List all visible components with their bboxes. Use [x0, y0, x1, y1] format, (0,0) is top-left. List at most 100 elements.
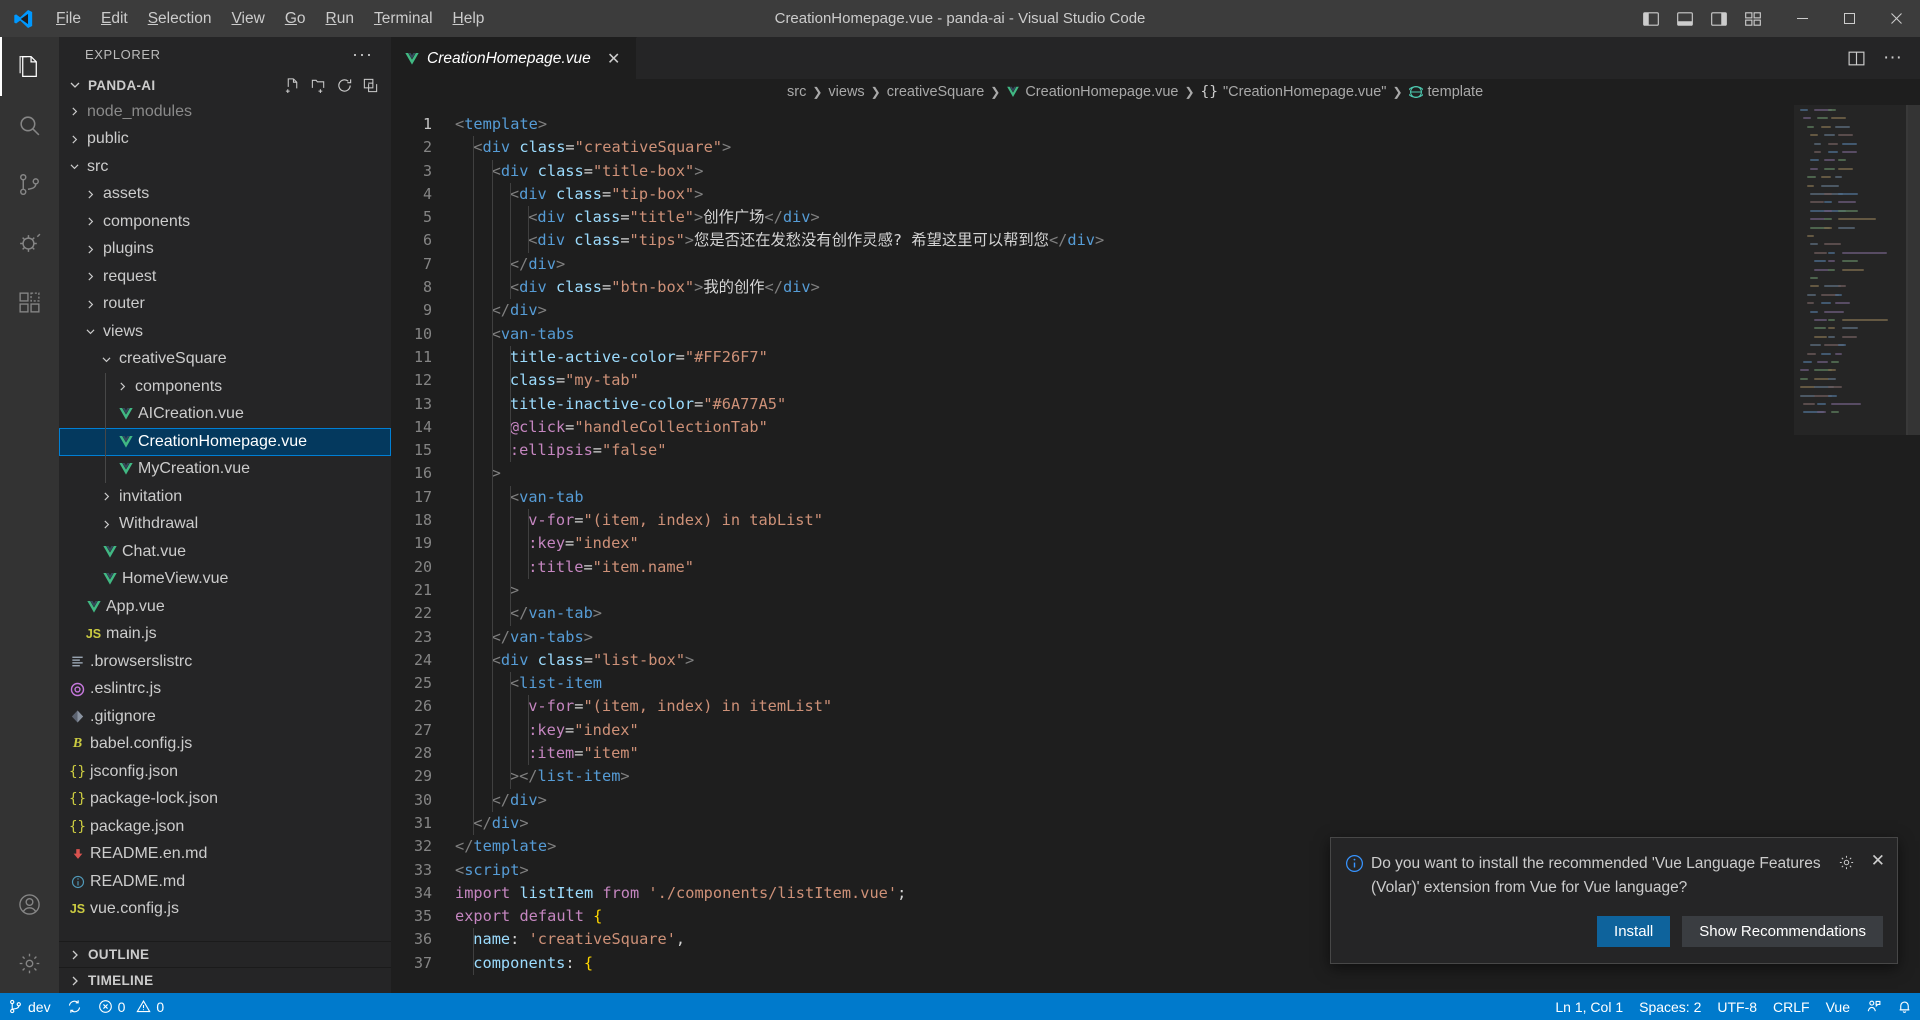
- tree-item[interactable]: {} package-lock.json: [59, 786, 391, 814]
- status-notifications[interactable]: [1889, 993, 1920, 1020]
- editor-vertical-scrollbar[interactable]: [1906, 105, 1920, 993]
- code-line[interactable]: ></list-item>: [455, 765, 1920, 789]
- tree-item[interactable]: src: [59, 153, 391, 181]
- split-editor-icon[interactable]: [1847, 49, 1866, 68]
- breadcrumb-symbol-object[interactable]: {} "CreationHomepage.vue": [1201, 84, 1387, 100]
- code-line[interactable]: </van-tabs>: [455, 625, 1920, 649]
- code-line[interactable]: <div class="tips">您是否还在发愁没有创作灵感? 希望这里可以帮…: [455, 229, 1920, 253]
- code-line[interactable]: <div class="list-box">: [455, 648, 1920, 673]
- activitybar-explorer[interactable]: [0, 37, 59, 96]
- tree-item[interactable]: .eslintrc.js: [59, 676, 391, 704]
- code-line[interactable]: </van-tab>: [455, 602, 1920, 626]
- activitybar-extensions[interactable]: [0, 273, 59, 332]
- menu-file[interactable]: File: [46, 6, 91, 32]
- code-line[interactable]: </div>: [455, 788, 1920, 812]
- tree-item[interactable]: .browserslistrc: [59, 648, 391, 676]
- tree-item[interactable]: Withdrawal: [59, 511, 391, 539]
- new-folder-icon[interactable]: [310, 77, 327, 94]
- status-branch[interactable]: dev: [0, 993, 59, 1020]
- breadcrumb-symbol-template[interactable]: template: [1408, 84, 1483, 100]
- code-line[interactable]: <div class="btn-box">我的创作</div>: [455, 276, 1920, 300]
- project-root-row[interactable]: PANDA-AI: [59, 72, 391, 98]
- code-line[interactable]: <div class="title-box">: [455, 159, 1920, 183]
- editor-more-actions-icon[interactable]: ···: [1883, 48, 1902, 67]
- code-line[interactable]: :ellipsis="false": [455, 439, 1920, 463]
- breadcrumb-file[interactable]: CreationHomepage.vue: [1006, 84, 1178, 100]
- status-language-mode[interactable]: Vue: [1818, 993, 1858, 1020]
- menu-go[interactable]: Go: [275, 6, 316, 32]
- activitybar-source-control[interactable]: [0, 155, 59, 214]
- code-line[interactable]: :key="index": [455, 718, 1920, 743]
- tree-item[interactable]: plugins: [59, 236, 391, 264]
- tree-item[interactable]: Bbabel.config.js: [59, 731, 391, 759]
- tree-item[interactable]: assets: [59, 181, 391, 209]
- scrollbar-thumb[interactable]: [1906, 105, 1920, 435]
- sidebar-more-actions-icon[interactable]: ···: [352, 44, 381, 65]
- tree-item[interactable]: JS vue.config.js: [59, 896, 391, 924]
- menu-edit[interactable]: Edit: [91, 6, 138, 32]
- tree-item[interactable]: node_modules: [59, 98, 391, 126]
- status-eol[interactable]: CRLF: [1765, 993, 1818, 1020]
- menu-run[interactable]: Run: [316, 6, 364, 32]
- menu-view[interactable]: View: [221, 6, 274, 32]
- toggle-panel-icon[interactable]: [1675, 9, 1695, 29]
- code-line[interactable]: >: [455, 462, 1920, 486]
- code-line[interactable]: <van-tabs: [455, 322, 1920, 346]
- notification-gear-icon[interactable]: [1838, 854, 1855, 871]
- tree-item[interactable]: request: [59, 263, 391, 291]
- menu-selection[interactable]: Selection: [138, 6, 222, 32]
- tree-item-selected[interactable]: CreationHomepage.vue: [59, 428, 391, 456]
- code-line[interactable]: <div class="creativeSquare">: [455, 136, 1920, 160]
- tree-item[interactable]: views: [59, 318, 391, 346]
- outline-section[interactable]: OUTLINE: [59, 941, 391, 967]
- activitybar-run-and-debug[interactable]: [0, 214, 59, 273]
- status-sync[interactable]: [59, 993, 90, 1020]
- code-line[interactable]: <div class="title">创作广场</div>: [455, 206, 1920, 230]
- activitybar-settings[interactable]: [0, 934, 59, 993]
- maximize-button[interactable]: [1826, 0, 1873, 37]
- status-encoding[interactable]: UTF-8: [1709, 993, 1765, 1020]
- tree-item[interactable]: .gitignore: [59, 703, 391, 731]
- activitybar-search[interactable]: [0, 96, 59, 155]
- tree-item[interactable]: public: [59, 126, 391, 154]
- tree-item[interactable]: components: [59, 373, 391, 401]
- code-line[interactable]: <div class="tip-box">: [455, 182, 1920, 207]
- code-line[interactable]: <list-item: [455, 672, 1920, 696]
- breadcrumb-creativesquare[interactable]: creativeSquare: [887, 84, 985, 100]
- toggle-primary-sidebar-icon[interactable]: [1641, 9, 1661, 29]
- code-line[interactable]: v-for="(item, index) in itemList": [455, 695, 1920, 719]
- tree-item[interactable]: invitation: [59, 483, 391, 511]
- code-line[interactable]: <template>: [455, 113, 1920, 136]
- tree-item[interactable]: {} package.json: [59, 813, 391, 841]
- tree-item[interactable]: MyCreation.vue: [59, 455, 391, 483]
- new-file-icon[interactable]: [284, 77, 301, 94]
- tree-item[interactable]: README.md: [59, 868, 391, 896]
- notification-close-icon[interactable]: ✕: [1871, 852, 1885, 869]
- code-line[interactable]: title-active-color="#FF26F7": [455, 345, 1920, 370]
- status-cursor-position[interactable]: Ln 1, Col 1: [1547, 993, 1631, 1020]
- tree-item[interactable]: {} jsconfig.json: [59, 758, 391, 786]
- status-problems[interactable]: 0 0: [90, 993, 173, 1020]
- code-line[interactable]: </div>: [455, 811, 1920, 836]
- code-line[interactable]: <van-tab: [455, 485, 1920, 510]
- show-recommendations-button[interactable]: Show Recommendations: [1682, 916, 1883, 947]
- tree-item[interactable]: README.en.md: [59, 841, 391, 869]
- close-button[interactable]: [1873, 0, 1920, 37]
- collapse-all-icon[interactable]: [362, 77, 379, 94]
- code-line[interactable]: title-inactive-color="#6A77A5": [455, 392, 1920, 416]
- tree-item[interactable]: creativeSquare: [59, 346, 391, 374]
- tab-close-icon[interactable]: ✕: [604, 49, 624, 69]
- code-line[interactable]: v-for="(item, index) in tabList": [455, 509, 1920, 533]
- menu-terminal[interactable]: Terminal: [364, 6, 443, 32]
- refresh-icon[interactable]: [336, 77, 353, 94]
- tree-item[interactable]: components: [59, 208, 391, 236]
- install-button[interactable]: Install: [1597, 916, 1671, 947]
- code-line[interactable]: :key="index": [455, 532, 1920, 556]
- status-indentation[interactable]: Spaces: 2: [1631, 993, 1709, 1020]
- breadcrumb-src[interactable]: src: [787, 84, 806, 100]
- code-line[interactable]: </div>: [455, 252, 1920, 277]
- activitybar-accounts[interactable]: [0, 875, 59, 934]
- code-line[interactable]: </div>: [455, 299, 1920, 323]
- tree-item[interactable]: HomeView.vue: [59, 566, 391, 594]
- code-line[interactable]: :item="item": [455, 742, 1920, 766]
